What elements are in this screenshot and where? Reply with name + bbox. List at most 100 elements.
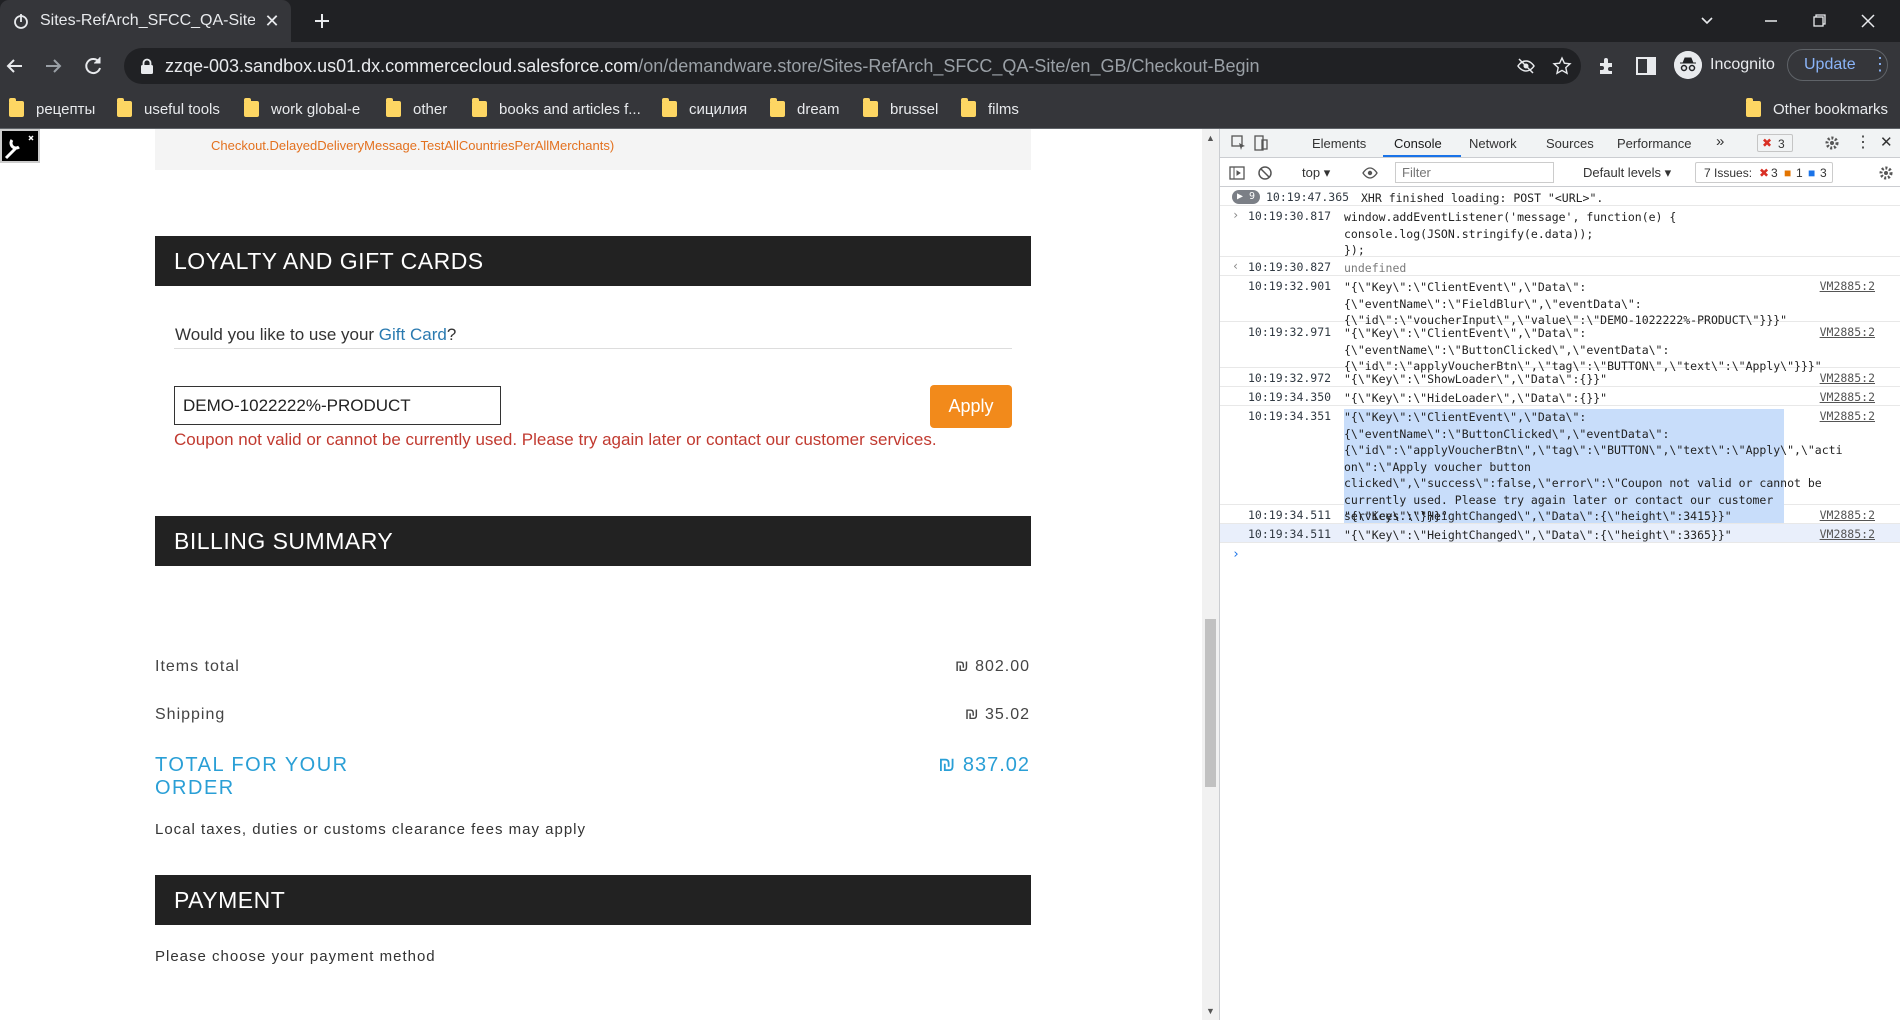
star-icon[interactable] xyxy=(1552,56,1572,76)
restore-icon[interactable] xyxy=(1806,8,1832,34)
other-bookmarks[interactable]: Other bookmarks xyxy=(1746,97,1888,121)
eye-off-icon[interactable] xyxy=(1516,56,1536,76)
billing-heading-text: BILLING SUMMARY xyxy=(174,528,394,554)
issues-counter[interactable]: 7 Issues: ✖ 3 ■ 1 ■ 3 xyxy=(1695,162,1833,183)
bookmarks-bar: рецепты useful tools work global-e other… xyxy=(0,89,1900,129)
checkout-page: Checkout.DelayedDeliveryMessage.TestAllC… xyxy=(0,129,1202,1020)
update-button[interactable]: Update ⋮ xyxy=(1787,49,1889,81)
console-row[interactable]: 10:19:34.511 "{\"Key\":\"HeightChanged\"… xyxy=(1220,524,1900,543)
log-message: "{\"Key\":\"HeightChanged\",\"Data\":{\"… xyxy=(1344,528,1732,542)
bookmark-folder[interactable]: films xyxy=(961,97,1019,121)
console-row[interactable]: ▶ 9 10:19:47.365 XHR finished loading: P… xyxy=(1220,187,1900,206)
bookmark-folder[interactable]: other xyxy=(386,97,447,121)
clear-console-icon[interactable] xyxy=(1257,165,1273,181)
settings-gear-icon[interactable] xyxy=(1824,135,1840,151)
log-levels-dropdown[interactable]: Default levels ▾ xyxy=(1583,165,1671,181)
new-tab-icon[interactable] xyxy=(310,9,334,33)
bookmark-label: work global-e xyxy=(271,100,361,118)
bookmark-folder[interactable]: brussel xyxy=(863,97,938,121)
eye-icon[interactable] xyxy=(1362,165,1378,181)
more-tabs-icon[interactable]: » xyxy=(1716,133,1724,150)
folder-icon xyxy=(386,98,401,117)
gift-card-link[interactable]: Gift Card xyxy=(379,325,447,344)
lock-icon[interactable] xyxy=(139,58,155,75)
payment-method-prompt: Please choose your payment method xyxy=(155,948,436,965)
shipping-value: ₪ 35.02 xyxy=(964,706,1030,723)
source-link[interactable]: VM2885:2 xyxy=(1820,390,1875,404)
error-count-badge[interactable]: ✖ 3 xyxy=(1757,134,1793,152)
console-row[interactable]: › 10:19:30.817 window.addEventListener('… xyxy=(1220,206,1900,257)
console-filter-input[interactable] xyxy=(1395,162,1554,183)
loyalty-heading-text: LOYALTY AND GIFT CARDS xyxy=(174,248,484,274)
sidebar-toggle-icon[interactable] xyxy=(1229,165,1245,181)
console-row[interactable]: 10:19:34.351 "{\"Key\":\"ClientEvent\",\… xyxy=(1220,406,1900,525)
scroll-up-icon[interactable]: ▲ xyxy=(1205,133,1216,143)
url-text: zzqe-003.sandbox.us01.dx.commercecloud.s… xyxy=(165,56,1260,77)
device-toolbar-icon[interactable] xyxy=(1253,135,1269,151)
console-row[interactable]: 10:19:32.972 "{\"Key\":\"ShowLoader\",\"… xyxy=(1220,368,1900,387)
source-link[interactable]: VM2885:2 xyxy=(1820,325,1875,339)
source-link[interactable]: VM2885:2 xyxy=(1820,279,1875,293)
console-row[interactable]: 10:19:34.350 "{\"Key\":\"HideLoader\",\"… xyxy=(1220,387,1900,406)
console-prompt-icon[interactable]: › xyxy=(1232,547,1240,562)
group-count-badge[interactable]: ▶ 9 xyxy=(1232,190,1260,204)
gift-card-question: Would you like to use your Gift Card? xyxy=(175,325,456,345)
wrench-icon[interactable] xyxy=(0,129,40,163)
console-output: ▶ 9 10:19:47.365 XHR finished loading: P… xyxy=(1220,187,1900,1020)
bookmark-folder[interactable]: dream xyxy=(770,97,840,121)
tab-console[interactable]: Console xyxy=(1394,136,1442,151)
minimize-icon[interactable] xyxy=(1758,8,1784,34)
tab-network[interactable]: Network xyxy=(1469,136,1517,151)
menu-dots-icon[interactable]: ⋮ xyxy=(1871,53,1889,75)
tab-search-icon[interactable] xyxy=(1694,8,1720,34)
devtools-tab-bar: Elements Console Network Sources Perform… xyxy=(1220,129,1900,158)
tab-elements[interactable]: Elements xyxy=(1312,136,1366,151)
devtools-menu-icon[interactable]: ⋮ xyxy=(1855,132,1871,152)
tab-sources[interactable]: Sources xyxy=(1546,136,1594,151)
bookmark-folder[interactable]: work global-e xyxy=(244,97,360,121)
console-row[interactable]: ‹ 10:19:30.827 undefined xyxy=(1220,257,1900,276)
issues-errors: 3 xyxy=(1771,166,1778,180)
result-arrow-icon: ‹ xyxy=(1232,259,1240,273)
side-panel-icon[interactable] xyxy=(1634,54,1658,78)
console-row[interactable]: 10:19:32.901 "{\"Key\":\"ClientEvent\",\… xyxy=(1220,276,1900,327)
apply-voucher-button[interactable]: Apply xyxy=(930,385,1012,428)
omnibox[interactable]: zzqe-003.sandbox.us01.dx.commercecloud.s… xyxy=(124,48,1581,84)
bookmark-folder[interactable]: рецепты xyxy=(9,97,95,121)
source-link[interactable]: VM2885:2 xyxy=(1820,371,1875,385)
loyalty-heading: LOYALTY AND GIFT CARDS xyxy=(155,236,1031,286)
payment-heading-text: PAYMENT xyxy=(174,887,286,913)
context-selector[interactable]: top ▾ xyxy=(1302,165,1330,181)
folder-icon xyxy=(9,98,24,117)
reload-icon[interactable] xyxy=(80,53,106,79)
extensions-icon[interactable] xyxy=(1596,54,1620,78)
console-settings-icon[interactable] xyxy=(1878,165,1894,181)
bookmark-folder[interactable]: books and articles f... xyxy=(472,97,641,121)
issue-warning-icon: ■ xyxy=(1784,166,1792,180)
source-link[interactable]: VM2885:2 xyxy=(1820,508,1875,522)
close-devtools-icon[interactable]: ✕ xyxy=(1880,133,1893,151)
folder-icon xyxy=(117,98,132,117)
tab-strip: Sites-RefArch_SFCC_QA-Site | Sal ✕ xyxy=(0,0,1900,42)
browser-tab[interactable]: Sites-RefArch_SFCC_QA-Site | Sal ✕ xyxy=(0,0,291,42)
tab-performance[interactable]: Performance xyxy=(1617,136,1691,151)
page-scrollbar[interactable]: ▲ ▼ xyxy=(1202,129,1219,1020)
bookmark-folder[interactable]: сицилия xyxy=(662,97,747,121)
inspect-icon[interactable] xyxy=(1231,135,1247,151)
log-message: window.addEventListener('message', funct… xyxy=(1344,210,1677,257)
timestamp: 10:19:30.827 xyxy=(1248,260,1332,274)
close-window-icon[interactable] xyxy=(1855,8,1881,34)
scroll-down-icon[interactable]: ▼ xyxy=(1205,1006,1216,1016)
forward-icon[interactable] xyxy=(40,53,66,79)
source-link[interactable]: VM2885:2 xyxy=(1820,527,1875,541)
incognito-icon[interactable] xyxy=(1674,51,1702,79)
voucher-input[interactable] xyxy=(174,386,501,425)
back-icon[interactable] xyxy=(2,53,28,79)
console-row[interactable]: 10:19:32.971 "{\"Key\":\"ClientEvent\",\… xyxy=(1220,322,1900,373)
scroll-thumb[interactable] xyxy=(1205,619,1216,787)
source-link[interactable]: VM2885:2 xyxy=(1820,409,1875,423)
bookmark-folder[interactable]: useful tools xyxy=(117,97,220,121)
console-row[interactable]: 10:19:34.511 "{\"Key\":\"HeightChanged\"… xyxy=(1220,505,1900,524)
bookmark-label: useful tools xyxy=(144,100,220,118)
close-tab-icon[interactable]: ✕ xyxy=(262,11,282,31)
